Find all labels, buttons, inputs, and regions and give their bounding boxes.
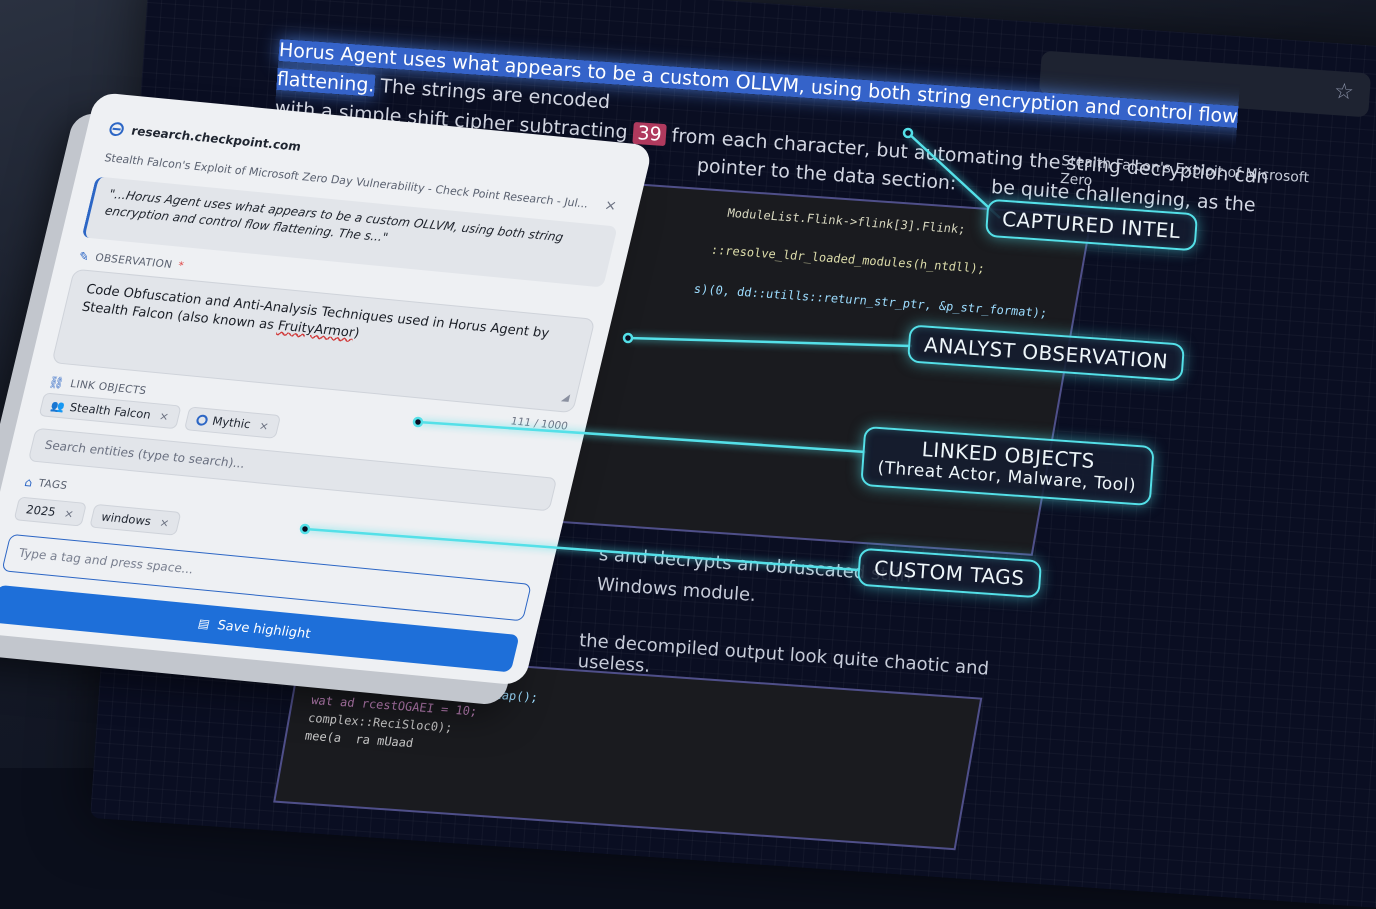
connector-intel bbox=[907, 132, 1001, 219]
connector-observation bbox=[627, 336, 913, 348]
callout-connectors bbox=[299, 127, 1001, 572]
connector-dot bbox=[299, 523, 311, 535]
connector-dot bbox=[622, 332, 634, 344]
connector-tags bbox=[304, 527, 859, 572]
connector-dot bbox=[412, 416, 424, 428]
connector-dot bbox=[902, 127, 914, 139]
connector-linked bbox=[417, 420, 867, 454]
